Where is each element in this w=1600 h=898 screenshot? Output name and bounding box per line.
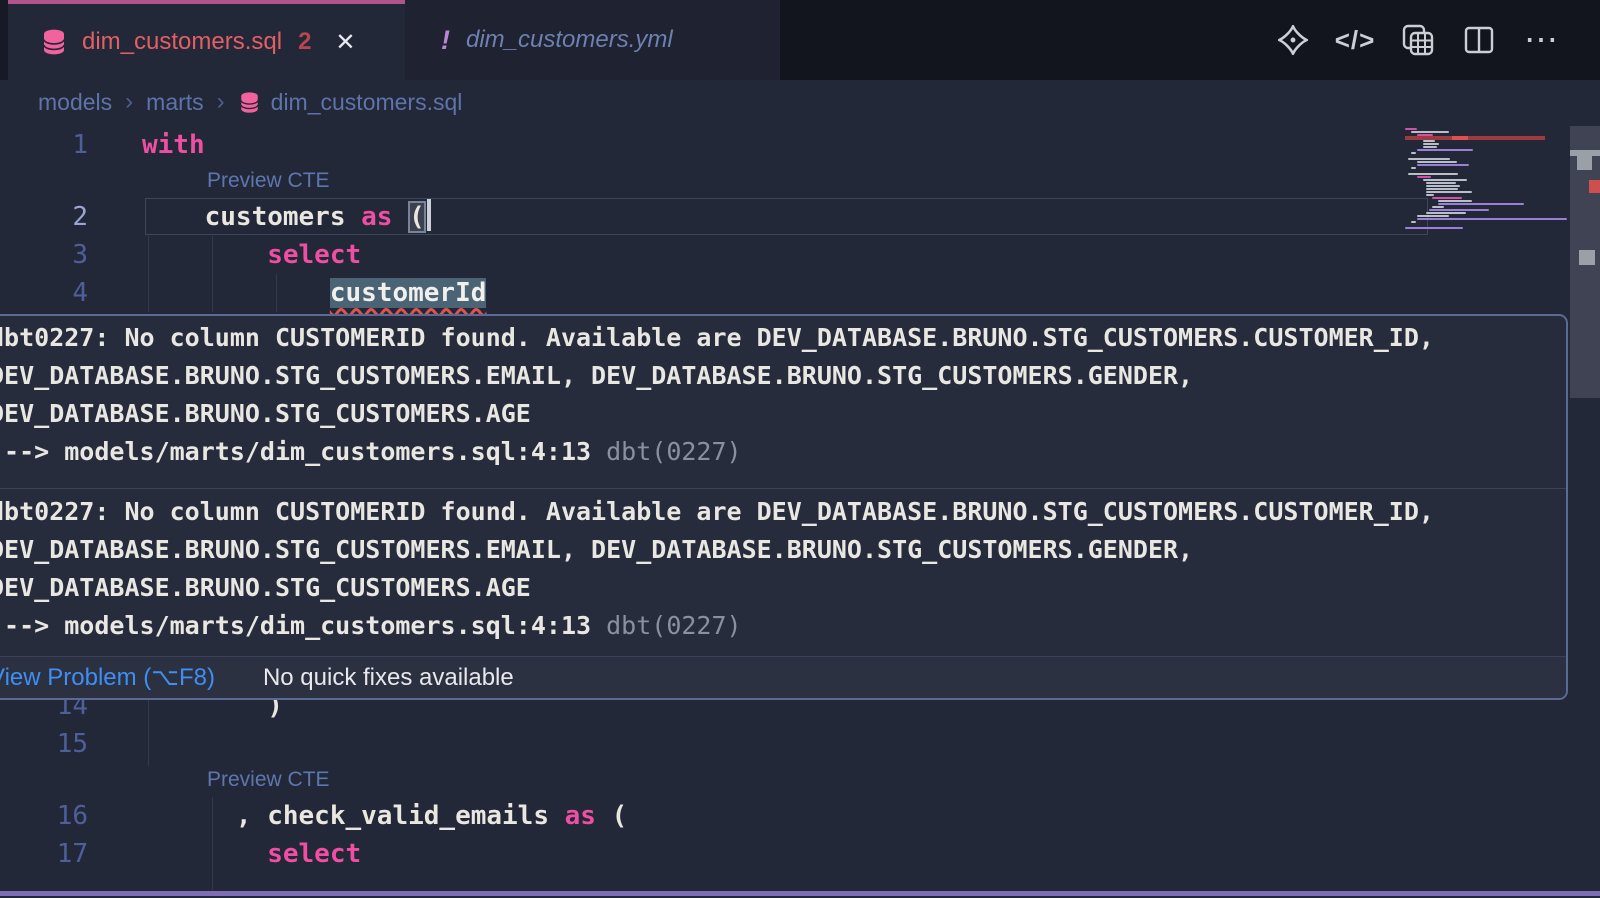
compiled-code-icon[interactable]: </>	[1336, 21, 1374, 59]
error-message: dbt0227: No column CUSTOMERID found. Ava…	[0, 488, 1566, 662]
hover-footer: View Problem (⌥F8) No quick fixes availa…	[0, 656, 1566, 698]
code-line-16[interactable]: 16 , check_valid_emails as (	[0, 797, 1400, 835]
code-line-1[interactable]: 1 with	[0, 126, 1400, 164]
code-line-15[interactable]: 15	[0, 725, 1400, 763]
code-text: with	[142, 126, 205, 164]
chevron-right-icon: ›	[217, 88, 225, 116]
code-line-4[interactable]: 4 customerId	[0, 274, 1400, 312]
code-text: select	[142, 835, 361, 873]
code-line-2[interactable]: 2 customers as (	[0, 198, 1400, 236]
close-icon[interactable]: ✕	[335, 28, 355, 57]
line-number: 1	[0, 126, 88, 164]
codelens-preview-cte[interactable]: Preview CTE	[207, 164, 330, 198]
tab-dim-customers-yml[interactable]: ! dim_customers.yml	[405, 0, 780, 80]
tab-bar: dim_customers.sql 2 ✕ ! dim_customers.ym…	[0, 0, 1600, 80]
code-text: select	[142, 236, 361, 274]
codelens-preview-cte[interactable]: Preview CTE	[207, 763, 330, 797]
code-text: , check_valid_emails as (	[142, 797, 627, 835]
editor-window: dim_customers.sql 2 ✕ ! dim_customers.ym…	[0, 0, 1600, 898]
line-number: 17	[0, 835, 88, 873]
window-bottom-border	[0, 891, 1600, 896]
breadcrumb-item-file[interactable]: dim_customers.sql	[238, 89, 463, 116]
line-number: 2	[0, 198, 88, 236]
view-problem-link[interactable]: View Problem (⌥F8)	[0, 663, 215, 692]
tab-label: dim_customers.sql	[82, 28, 282, 56]
breadcrumb-item-models[interactable]: models	[38, 89, 112, 116]
tab-label: dim_customers.yml	[466, 26, 673, 54]
scrollbar-slider[interactable]	[1570, 126, 1600, 398]
line-number: 4	[0, 274, 88, 312]
change-marker	[1579, 250, 1595, 265]
line-number: 15	[0, 725, 88, 763]
editor-actions: </> ⋯	[1274, 0, 1560, 80]
error-message: dbt0227: No column CUSTOMERID found. Ava…	[0, 316, 1566, 488]
change-marker	[1577, 156, 1592, 170]
more-actions-icon[interactable]: ⋯	[1522, 21, 1560, 59]
breadcrumb-item-marts[interactable]: marts	[146, 89, 204, 116]
chevron-right-icon: ›	[125, 88, 133, 116]
text-cursor	[427, 199, 431, 231]
code-text: customers as (	[142, 198, 431, 236]
error-marker	[1589, 180, 1600, 193]
code-text: customerId	[142, 274, 486, 312]
code-line-17[interactable]: 17 select	[0, 835, 1400, 873]
line-number: 16	[0, 797, 88, 835]
error-mark-icon: !	[441, 25, 450, 56]
minimap[interactable]	[1405, 128, 1545, 238]
line-number: 3	[0, 236, 88, 274]
tab-problem-count: 2	[298, 28, 311, 56]
preview-results-icon[interactable]	[1398, 21, 1436, 59]
hover-error-popup: dbt0227: No column CUSTOMERID found. Ava…	[0, 314, 1568, 700]
breadcrumb: models › marts › dim_customers.sql	[0, 80, 1600, 124]
database-icon	[238, 91, 261, 114]
dbt-icon[interactable]	[1274, 21, 1312, 59]
split-editor-icon[interactable]	[1460, 21, 1498, 59]
breadcrumb-file-label: dim_customers.sql	[271, 89, 463, 116]
code-line-3[interactable]: 3 select	[0, 236, 1400, 274]
no-quick-fixes-label: No quick fixes available	[263, 664, 514, 692]
tab-dim-customers-sql[interactable]: dim_customers.sql 2 ✕	[8, 0, 405, 80]
database-icon	[40, 28, 68, 56]
